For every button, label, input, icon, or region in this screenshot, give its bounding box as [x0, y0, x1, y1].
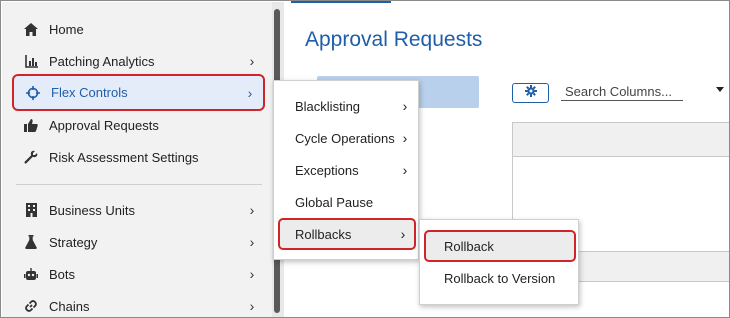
sidebar-item-strategy[interactable]: Strategy ›: [12, 226, 265, 258]
robot-icon: [24, 267, 38, 281]
search-columns-input[interactable]: [561, 83, 683, 101]
crosshair-icon: [26, 85, 40, 100]
sidebar-item-flex-controls[interactable]: Flex Controls ›: [12, 74, 265, 111]
menu-item-rollback[interactable]: Rollback: [424, 230, 576, 262]
sidebar-item-label: Chains: [49, 298, 90, 314]
sidebar-item-label: Patching Analytics: [49, 53, 155, 69]
chevron-right-icon: ›: [249, 234, 255, 250]
sidebar-item-business-units[interactable]: Business Units ›: [12, 194, 265, 226]
sidebar-item-home[interactable]: Home: [12, 13, 265, 45]
chevron-right-icon: ›: [249, 298, 255, 314]
grid-header: [513, 123, 729, 157]
chevron-right-icon: ›: [249, 53, 255, 69]
app-window: Home Patching Analytics › Flex Controls …: [0, 0, 730, 318]
menu-item-label: Blacklisting: [295, 98, 361, 114]
link-icon: [24, 299, 38, 313]
menu-item-rollbacks[interactable]: Rollbacks ›: [278, 218, 416, 250]
menu-item-exceptions[interactable]: Exceptions ›: [278, 155, 416, 185]
sidebar-item-approval-requests[interactable]: Approval Requests: [12, 109, 265, 141]
thumbs-up-icon: [24, 118, 38, 132]
menu-item-label: Rollback to Version: [444, 270, 556, 286]
caret-down-icon[interactable]: [716, 87, 724, 92]
sidebar-item-chains[interactable]: Chains ›: [12, 290, 265, 317]
sidebar-item-label: Home: [49, 21, 84, 37]
sidebar-item-label: Flex Controls: [51, 85, 128, 100]
rollbacks-submenu: Rollback Rollback to Version: [419, 219, 579, 305]
menu-item-label: Cycle Operations: [295, 130, 395, 146]
chevron-right-icon: ›: [249, 266, 255, 282]
chevron-right-icon: ›: [402, 130, 408, 146]
chevron-right-icon: ›: [402, 162, 408, 178]
top-accent-line: [291, 1, 391, 3]
sidebar-item-label: Strategy: [49, 234, 98, 250]
chevron-right-icon: ›: [249, 202, 255, 218]
menu-item-label: Exceptions: [295, 162, 359, 178]
flex-controls-submenu: Blacklisting › Cycle Operations › Except…: [273, 80, 419, 260]
wrench-icon: [24, 150, 38, 164]
settings-button[interactable]: [512, 83, 549, 103]
gear-icon: [524, 84, 537, 102]
sidebar: Home Patching Analytics › Flex Controls …: [2, 2, 272, 317]
menu-item-label: Rollback: [444, 238, 494, 254]
flask-icon: [24, 235, 38, 249]
chevron-right-icon: ›: [247, 84, 253, 101]
sidebar-item-risk-assessment-settings[interactable]: Risk Assessment Settings: [12, 141, 265, 173]
sidebar-divider: [16, 184, 262, 185]
sidebar-item-label: Risk Assessment Settings: [49, 149, 199, 165]
building-icon: [24, 203, 38, 217]
chart-icon: [24, 54, 38, 68]
menu-item-rollback-to-version[interactable]: Rollback to Version: [424, 263, 576, 293]
sidebar-item-label: Approval Requests: [49, 117, 159, 133]
sidebar-item-bots[interactable]: Bots ›: [12, 258, 265, 290]
menu-item-cycle-operations[interactable]: Cycle Operations ›: [278, 123, 416, 153]
sidebar-item-label: Bots: [49, 266, 76, 282]
home-icon: [24, 22, 38, 36]
chevron-right-icon: ›: [400, 226, 406, 242]
menu-item-label: Global Pause: [295, 194, 374, 210]
sidebar-item-label: Business Units: [49, 202, 135, 218]
menu-item-blacklisting[interactable]: Blacklisting ›: [278, 91, 416, 121]
menu-item-global-pause[interactable]: Global Pause: [278, 187, 416, 217]
menu-item-label: Rollbacks: [295, 226, 352, 242]
chevron-right-icon: ›: [402, 98, 408, 114]
page-title: Approval Requests: [305, 28, 483, 51]
sidebar-item-patching-analytics[interactable]: Patching Analytics ›: [12, 45, 265, 77]
